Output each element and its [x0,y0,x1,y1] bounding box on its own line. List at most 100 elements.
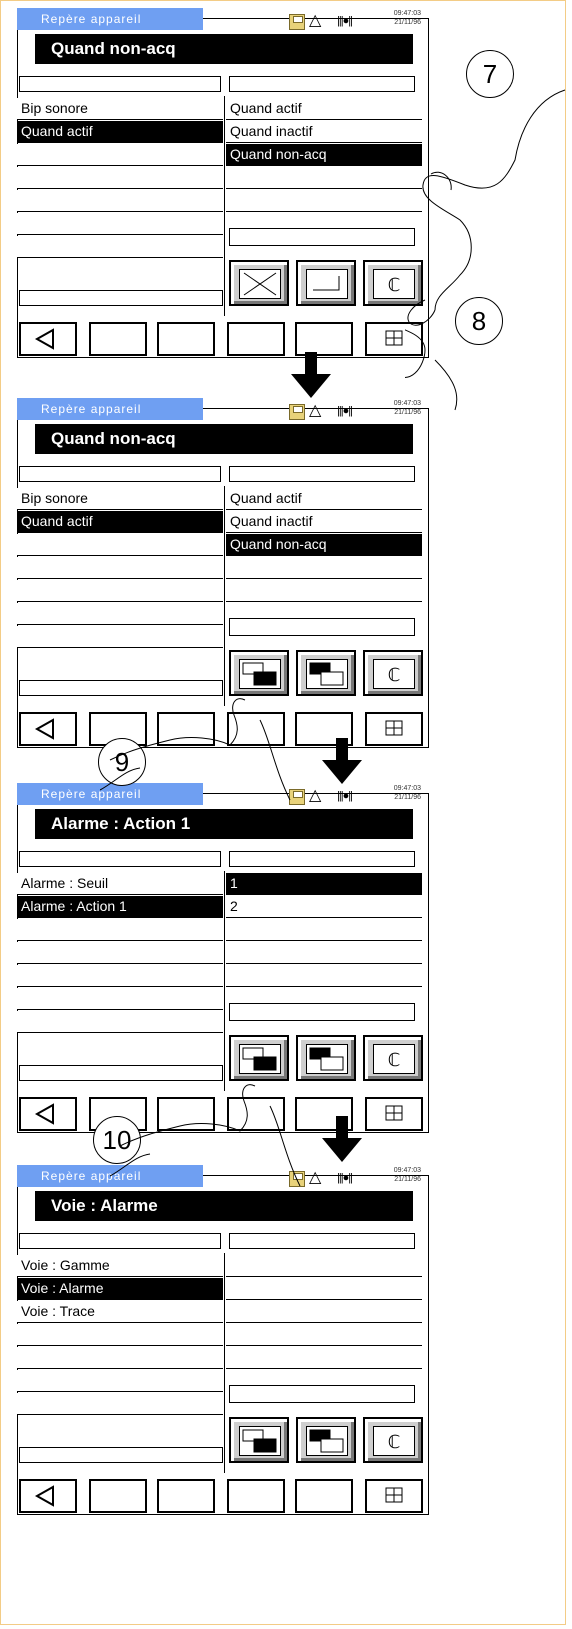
back-arrow-softkey[interactable] [19,1097,77,1131]
menu-list-item[interactable] [17,965,223,987]
menu-list-item[interactable] [17,213,223,235]
option-list-item[interactable]: Quand non-acq [226,144,422,166]
help-button[interactable]: ℂ [363,1417,423,1463]
option-list-item[interactable] [226,190,422,212]
menu-list-item[interactable]: Quand actif [17,511,223,533]
menu-list-item[interactable] [17,919,223,941]
softkey-3[interactable] [157,1479,215,1513]
move-down-button[interactable] [229,1417,289,1463]
blank-softkey-face [159,1481,213,1511]
menu-list-item[interactable] [17,1393,223,1415]
warning-icon: △ [309,1169,322,1186]
menu-list-item[interactable] [17,1324,223,1346]
menu-list-item[interactable]: Voie : Alarme [17,1278,223,1300]
right-header-field [229,1233,415,1249]
device-screen: Repère appareil △ |||●|| 09:47:03 21/11/96 Qu… [17,8,429,358]
menu-list-item[interactable]: Bip sonore [17,98,223,120]
grid-softkey[interactable] [365,1097,423,1131]
grid-softkey[interactable] [365,712,423,746]
option-list-item[interactable] [226,1301,422,1323]
option-list-item[interactable] [226,580,422,602]
option-list-item[interactable] [226,942,422,964]
softkey-5[interactable] [295,1479,353,1513]
menu-list-item[interactable]: Quand actif [17,121,223,143]
softkey-2[interactable] [89,322,147,356]
menu-list-item[interactable] [17,557,223,579]
move-up-icon [306,659,348,689]
menu-list-item[interactable] [17,1370,223,1392]
right-footer-field [229,1385,415,1403]
grid-softkey[interactable] [365,1479,423,1513]
back-arrow-softkey[interactable] [19,712,77,746]
blank-softkey-face [229,1481,283,1511]
option-list-item[interactable] [226,167,422,189]
option-list-item[interactable] [226,1324,422,1346]
menu-list-item[interactable]: Voie : Trace [17,1301,223,1323]
option-list-item[interactable]: 2 [226,896,422,918]
option-list-item[interactable]: 1 [226,873,422,895]
option-list-item[interactable]: Quand inactif [226,511,422,533]
option-list-item[interactable] [226,1278,422,1300]
move-up-button[interactable] [296,1035,356,1081]
menu-list-item[interactable]: Voie : Gamme [17,1255,223,1277]
menu-list-item[interactable] [17,626,223,648]
device-title: Repère appareil [17,398,203,420]
menu-list-item[interactable]: Alarme : Seuil [17,873,223,895]
menu-list-item[interactable] [17,1347,223,1369]
option-list-item[interactable] [226,1347,422,1369]
option-list-item[interactable] [226,919,422,941]
option-list-item[interactable] [226,1255,422,1277]
enter-button[interactable] [296,260,356,306]
back-arrow-icon [21,1481,75,1511]
softkey-4[interactable] [227,322,285,356]
back-arrow-softkey[interactable] [19,322,77,356]
move-up-button[interactable] [296,1417,356,1463]
softkey-2[interactable] [89,1479,147,1513]
menu-list-item[interactable] [17,534,223,556]
enter-icon [306,269,348,299]
menu-list-item[interactable] [17,603,223,625]
option-list-item[interactable]: Quand actif [226,98,422,120]
menu-list-item[interactable] [17,580,223,602]
move-up-button[interactable] [296,650,356,696]
flow-arrow-down-icon [322,1116,362,1162]
softkey-5[interactable] [295,322,353,356]
svg-text:ℂ: ℂ [388,1050,401,1070]
help-button[interactable]: ℂ [363,1035,423,1081]
pointing-hand-icon [405,89,566,411]
floppy-disk-icon [289,14,305,30]
clock-time: 09:47:03 [393,785,421,792]
option-list-item[interactable] [226,965,422,987]
menu-list-item[interactable]: Alarme : Action 1 [17,896,223,918]
menu-list-item[interactable] [17,236,223,258]
back-arrow-softkey[interactable] [19,1479,77,1513]
softkey-3[interactable] [157,322,215,356]
clock-time: 09:47:03 [393,10,421,17]
grid-icon [367,714,421,744]
cancel-x-icon [239,269,281,299]
blank-softkey-face [297,1481,351,1511]
softkey-4[interactable] [227,1479,285,1513]
cancel-x-button[interactable] [229,260,289,306]
option-list-item[interactable]: Quand actif [226,488,422,510]
option-list-item[interactable]: Quand non-acq [226,534,422,556]
option-list-item[interactable] [226,557,422,579]
back-arrow-icon [21,1099,75,1129]
menu-list-item[interactable] [17,1011,223,1033]
menu-list-item[interactable] [17,167,223,189]
left-header-field [19,466,221,482]
move-down-icon [239,1044,281,1074]
right-footer-field [229,618,415,636]
help-icon: ℂ [373,1426,415,1456]
right-header-field [229,466,415,482]
menu-list-item[interactable] [17,144,223,166]
menu-list-item[interactable] [17,190,223,212]
page-title: Quand non-acq [35,34,413,64]
help-button[interactable]: ℂ [363,650,423,696]
menu-list-item[interactable] [17,988,223,1010]
menu-list-item[interactable] [17,942,223,964]
menu-list-item[interactable]: Bip sonore [17,488,223,510]
floppy-disk-icon [289,404,305,420]
move-down-button[interactable] [229,1035,289,1081]
option-list-item[interactable]: Quand inactif [226,121,422,143]
